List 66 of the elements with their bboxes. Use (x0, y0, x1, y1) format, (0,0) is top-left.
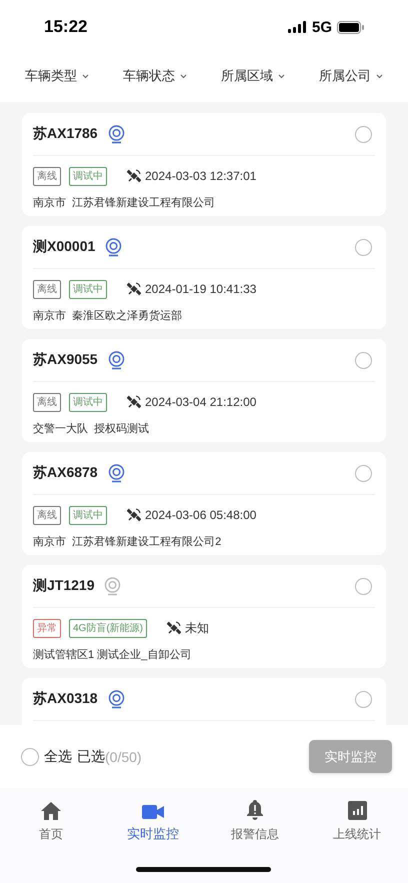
nav-tab[interactable]: 上线统计 (306, 798, 408, 843)
location-time: 2024-03-03 12:37:01 (145, 169, 256, 183)
status-tag: 离线 (33, 280, 61, 298)
status-tag: 异常 (33, 618, 61, 638)
camera-icon[interactable] (108, 464, 125, 482)
filter-dropdown[interactable]: 所属公司 (317, 63, 385, 89)
vehicle-plate: 苏AX6878 (33, 464, 98, 482)
satellite-icon (127, 169, 141, 183)
battery-icon (337, 20, 364, 34)
camera-icon[interactable] (105, 238, 122, 256)
bell-icon (247, 800, 263, 820)
select-radio[interactable] (355, 126, 372, 142)
select-radio[interactable] (355, 464, 372, 482)
device-tag: 调试中 (69, 166, 107, 186)
nav-tab[interactable]: 首页 (0, 798, 102, 843)
vehicle-address: 交警一大队 授权码测试 (33, 422, 150, 436)
satellite-icon (167, 621, 181, 635)
chevron-down-icon (278, 74, 285, 78)
clock-time: 15:22 (44, 16, 88, 37)
status-tag: 离线 (33, 392, 61, 412)
bar-chart-icon (348, 801, 366, 820)
network-label: 5G (312, 18, 332, 36)
device-tag: 调试中 (69, 392, 107, 412)
vehicle-address: 测试管辖区1 测试企业_自卸公司 (33, 648, 192, 662)
vehicle-address: 南京市 江苏君锋新建设工程有限公司2 (33, 534, 222, 549)
selected-count: (0/50) (105, 748, 142, 764)
location-time: 2024-03-04 21:12:00 (145, 395, 256, 409)
nav-tab[interactable]: 报警信息 (204, 798, 306, 843)
filter-dropdown[interactable]: 车辆类型 (23, 63, 91, 89)
camera-icon[interactable] (108, 690, 125, 708)
select-radio[interactable] (355, 238, 372, 256)
camera-icon[interactable] (108, 350, 125, 370)
select-radio[interactable] (355, 578, 372, 594)
status-tag: 离线 (33, 166, 61, 186)
selected-label: 已选 (77, 748, 105, 766)
filter-dropdown[interactable]: 车辆状态 (121, 63, 189, 89)
vehicle-plate: 测X00001 (33, 238, 96, 256)
vehicle-plate: 苏AX9055 (33, 351, 98, 369)
satellite-icon (127, 508, 141, 522)
nav-tab[interactable]: 实时监控 (102, 798, 204, 843)
vehicle-plate: 苏AX0318 (33, 690, 98, 708)
signal-icon (288, 21, 307, 33)
select-all-label: 全选 (44, 748, 72, 766)
vehicle-address: 南京市 江苏君锋新建设工程有限公司 (33, 196, 216, 210)
device-tag: 4G防盲(新能源) (69, 618, 147, 638)
video-camera-icon (142, 805, 164, 819)
filter-dropdown[interactable]: 所属区域 (219, 63, 287, 89)
chevron-down-icon (180, 74, 187, 78)
location-time: 2024-03-06 05:48:00 (145, 508, 256, 522)
select-all-radio[interactable] (21, 748, 39, 766)
select-radio[interactable] (355, 690, 372, 708)
device-tag: 调试中 (69, 280, 107, 298)
vehicle-plate: 苏AX1786 (33, 125, 98, 143)
vehicle-plate: 测JT1219 (33, 577, 94, 595)
camera-icon[interactable] (108, 124, 125, 144)
device-tag: 调试中 (69, 506, 107, 524)
vehicle-address: 南京市 秦淮区欧之泽勇货运部 (33, 308, 182, 323)
select-radio[interactable] (355, 352, 372, 368)
status-tag: 离线 (33, 506, 61, 524)
chevron-down-icon (376, 74, 383, 78)
location-time: 未知 (185, 620, 209, 636)
satellite-icon (127, 282, 141, 296)
satellite-icon (127, 395, 141, 409)
chevron-down-icon (82, 74, 89, 78)
home-icon (41, 802, 61, 820)
location-time: 2024-01-19 10:41:33 (145, 282, 256, 296)
